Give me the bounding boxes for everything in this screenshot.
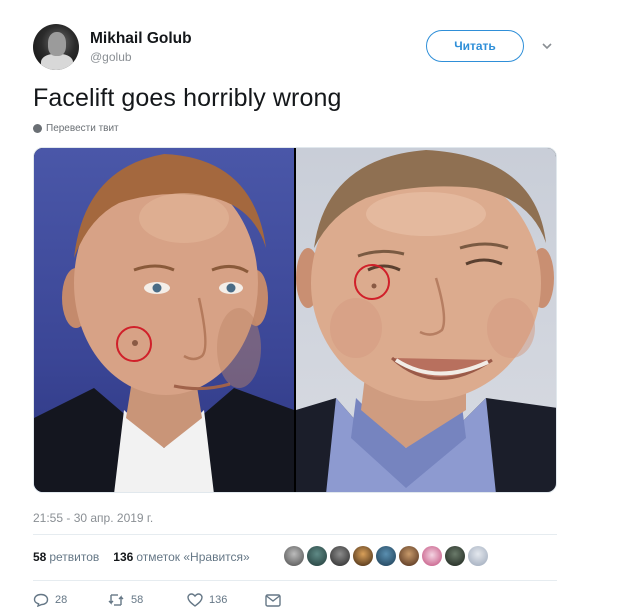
author-handle[interactable]: @golub (90, 50, 132, 64)
author-display-name[interactable]: Mikhail Golub (90, 30, 192, 48)
liker-avatar[interactable] (468, 546, 488, 566)
tweet-timestamp[interactable]: 21:55 - 30 апр. 2019 г. (33, 511, 153, 525)
tweet-media[interactable] (33, 147, 557, 493)
liker-avatar[interactable] (353, 546, 373, 566)
highlight-circle-left (116, 326, 152, 362)
likers-avatars (284, 546, 488, 566)
reply-count: 28 (55, 594, 68, 606)
globe-icon (33, 124, 42, 133)
like-action[interactable]: 136 (187, 593, 265, 607)
retweet-action[interactable]: 58 (107, 593, 187, 607)
divider-top (33, 534, 557, 535)
translate-tweet-link[interactable]: Перевести твит (33, 123, 119, 134)
retweets-count[interactable]: 58 (33, 550, 46, 564)
photo-right[interactable] (296, 148, 556, 492)
reply-icon (33, 593, 49, 607)
divider-bottom (33, 580, 557, 581)
avatar-face (48, 32, 66, 56)
tweet-stats: 58 ретвитов 136 отметок «Нравится» (33, 547, 250, 567)
heart-icon (187, 593, 203, 607)
liker-avatar[interactable] (422, 546, 442, 566)
avatar-shirt (41, 54, 73, 70)
envelope-icon (265, 593, 281, 607)
reply-action[interactable]: 28 (33, 593, 107, 607)
liker-avatar[interactable] (376, 546, 396, 566)
photo-right-illustration (296, 150, 556, 492)
liker-avatar[interactable] (284, 546, 304, 566)
tweet-text: Facelift goes horribly wrong (33, 84, 342, 112)
tweet-header: Mikhail Golub @golub Читать (33, 22, 593, 72)
dm-action[interactable] (265, 593, 281, 607)
retweet-count: 58 (131, 594, 144, 606)
likes-count[interactable]: 136 (113, 550, 133, 564)
likes-label[interactable]: отметок «Нравится» (136, 550, 249, 564)
chevron-down-icon[interactable] (542, 41, 552, 51)
tweet-actions: 28 58 136 (33, 593, 281, 607)
like-count: 136 (209, 594, 228, 606)
liker-avatar[interactable] (307, 546, 327, 566)
translate-label: Перевести твит (46, 123, 119, 134)
follow-button[interactable]: Читать (426, 30, 524, 62)
liker-avatar[interactable] (445, 546, 465, 566)
liker-avatar[interactable] (399, 546, 419, 566)
liker-avatar[interactable] (330, 546, 350, 566)
photo-left-illustration (34, 154, 294, 492)
retweets-label[interactable]: ретвитов (49, 550, 99, 564)
avatar[interactable] (33, 24, 79, 70)
photo-left[interactable] (34, 148, 294, 492)
highlight-circle-right (354, 264, 390, 300)
retweet-icon (108, 594, 124, 606)
